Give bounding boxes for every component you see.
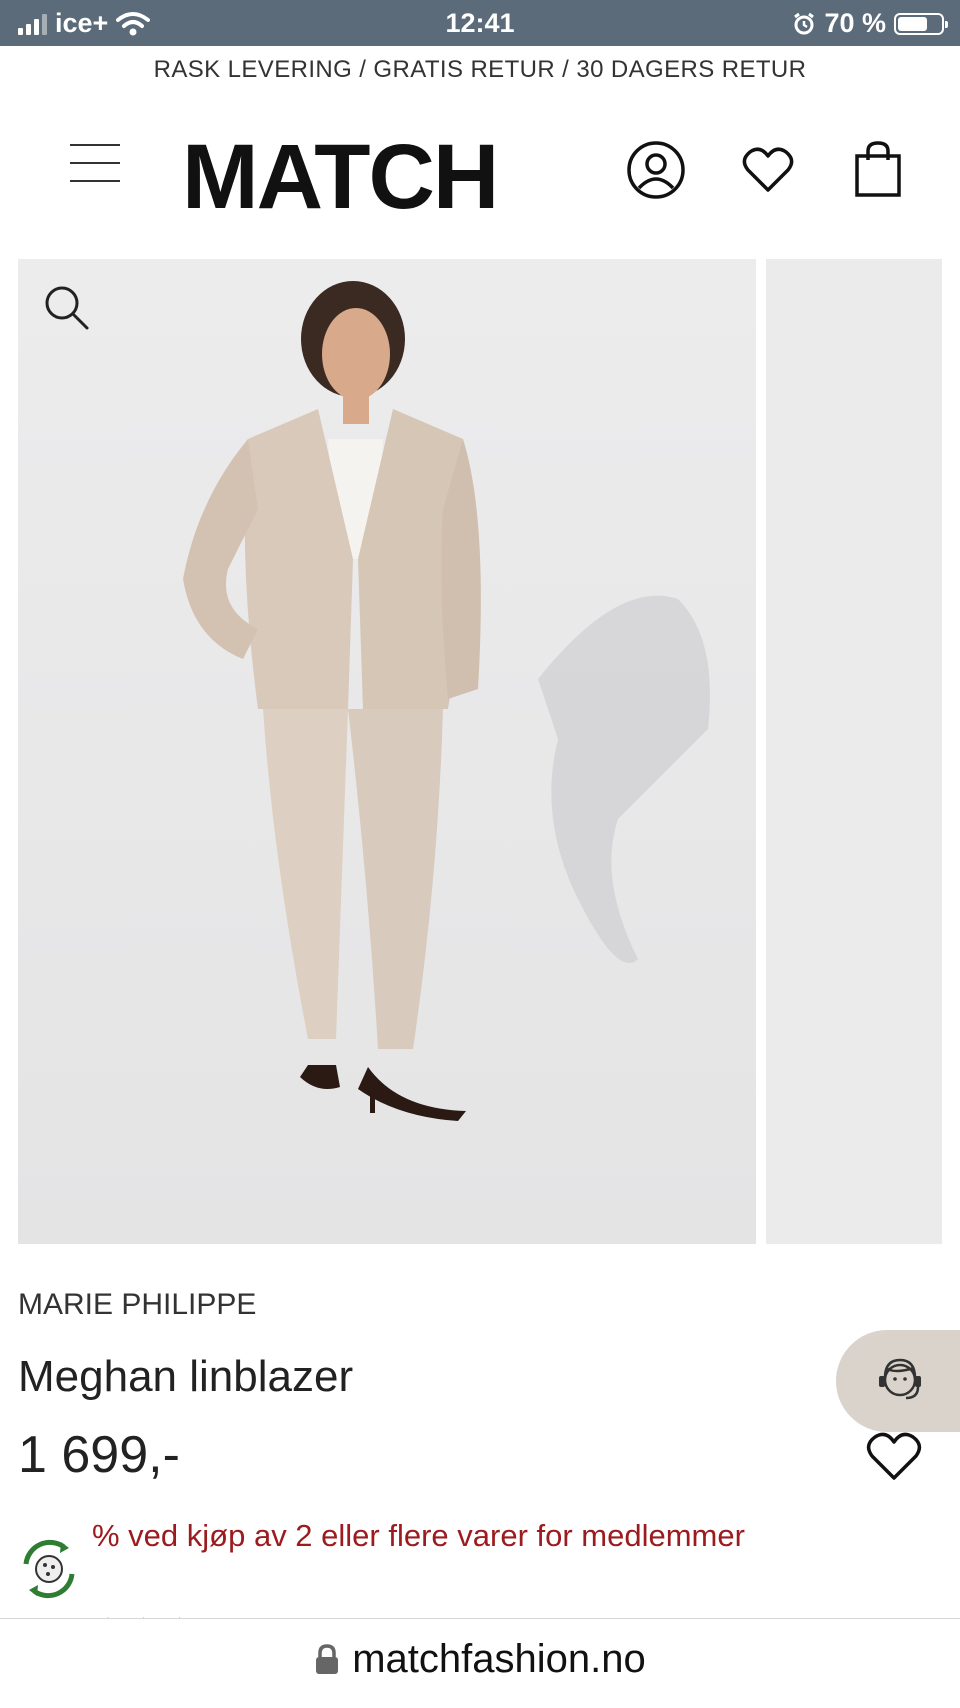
browser-url-bar[interactable]: matchfashion.no (0, 1618, 960, 1708)
member-offer-text: % ved kjøp av 2 eller flere varer for me… (18, 1518, 918, 1554)
alarm-icon (794, 12, 815, 34)
customer-support-button[interactable] (836, 1330, 960, 1432)
product-brand[interactable]: MARIE PHILIPPE (18, 1288, 256, 1322)
support-agent-icon (879, 1358, 921, 1400)
account-icon[interactable] (626, 140, 686, 200)
promo-banner: RASK LEVERING / GRATIS RETUR / 30 DAGERS… (153, 56, 807, 83)
menu-icon[interactable] (70, 144, 120, 184)
product-name: Meghan linblazer (18, 1352, 354, 1401)
wishlist-heart-icon[interactable] (866, 1432, 922, 1482)
site-logo[interactable]: MATCH (182, 131, 499, 223)
site-header: MATCH (0, 120, 960, 223)
lock-icon (316, 1643, 339, 1674)
heart-icon[interactable] (742, 146, 794, 194)
battery-icon (894, 12, 948, 35)
battery-percent: 70 % (824, 8, 886, 38)
status-right: 70 % (792, 8, 948, 39)
product-photo (18, 259, 756, 1244)
status-bar: ice+ 12:41 70 % (0, 0, 960, 46)
product-price: 1 699,- (18, 1426, 180, 1484)
zoom-icon[interactable] (44, 285, 90, 331)
next-product-image[interactable] (766, 259, 942, 1244)
sustainability-badge-icon[interactable] (14, 1534, 84, 1604)
url-text: matchfashion.no (352, 1637, 646, 1681)
bag-icon[interactable] (854, 140, 902, 198)
member-offer-label: % ved kjøp av 2 eller flere varer for me… (92, 1518, 745, 1553)
product-image[interactable] (18, 259, 756, 1244)
